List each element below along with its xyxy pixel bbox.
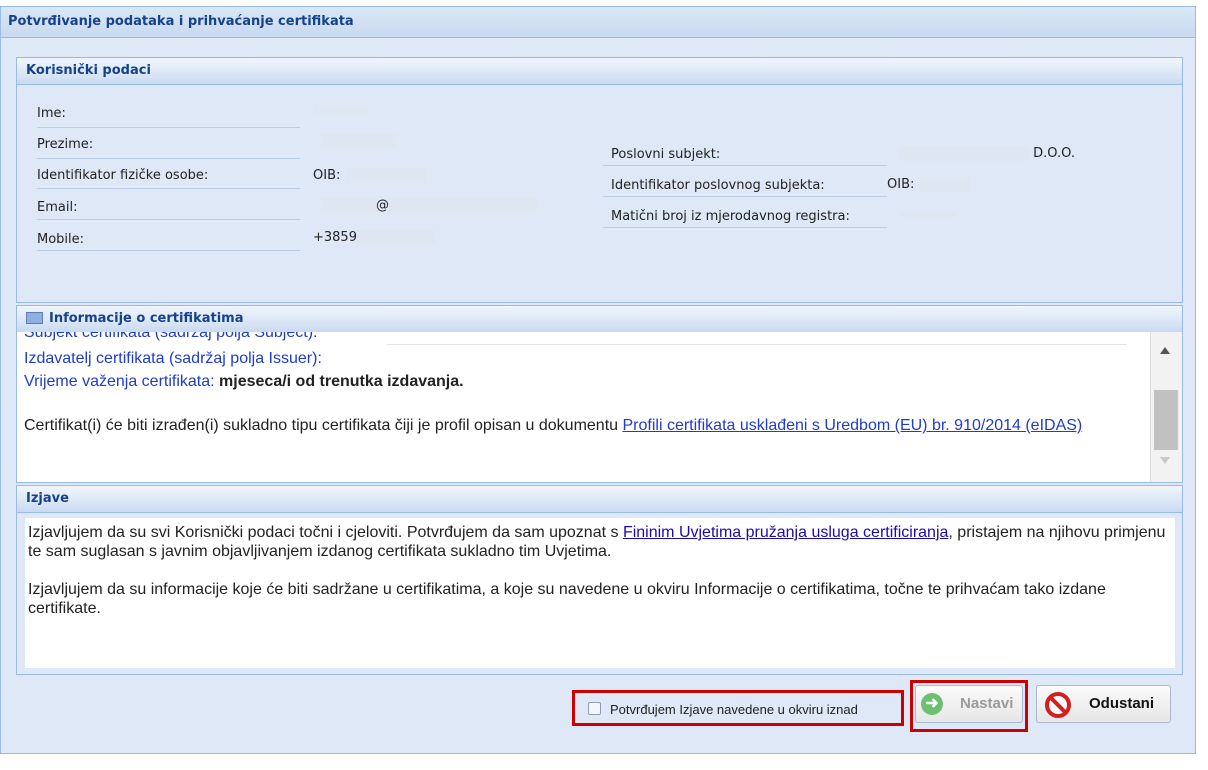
scroll-up-icon[interactable] xyxy=(1160,347,1170,354)
value-poslovni-subjekt: D.O.O. xyxy=(899,146,1075,161)
info-scrollbar[interactable] xyxy=(1150,332,1182,482)
stop-icon xyxy=(1045,692,1071,718)
certificate-info-panel-title: Informacije o certifikatima xyxy=(17,306,1182,333)
label-identifikator-poslovnog: Identifikator poslovnog subjekta: xyxy=(603,173,887,197)
certificate-window: Potvrđivanje podataka i prihvaćanje cert… xyxy=(0,6,1196,754)
arrow-right-icon: ➜ xyxy=(921,693,943,715)
statements-panel: Izjave Izjavljujem da su svi Korisnički … xyxy=(16,485,1183,675)
value-ime xyxy=(313,102,368,117)
cancel-label: Odustani xyxy=(1089,695,1155,712)
next-label: Nastavi xyxy=(960,695,1014,712)
cancel-button[interactable]: Odustani xyxy=(1036,685,1171,723)
profile-document-link[interactable]: Profili certifikata usklađeni s Uredbom … xyxy=(623,417,1083,434)
subject-label: Subjekt certifikata (sadržaj polja Subje… xyxy=(24,332,318,341)
value-oib: OIB: xyxy=(313,168,427,183)
value-prezime xyxy=(321,134,396,149)
certificate-info-content[interactable]: Subjekt certifikata (sadržaj polja Subje… xyxy=(17,332,1151,482)
statement-1: Izjavljujem da su svi Korisnički podaci … xyxy=(28,524,1166,560)
value-maticni-broj xyxy=(899,206,957,221)
statement-2: Izjavljujem da su informacije koje će bi… xyxy=(28,581,1106,617)
label-poslovni-subjekt: Poslovni subjekt: xyxy=(603,142,887,166)
user-data-panel: Korisnički podaci Ime: Prezime: Identifi… xyxy=(16,57,1183,303)
confirm-statements[interactable]: Potvrđujem Izjave navedene u okviru izna… xyxy=(572,690,904,726)
label-maticni-broj: Matični broj iz mjerodavnog registra: xyxy=(603,204,887,228)
terms-link[interactable]: Fininim Uvjetima pružanja usluga certifi… xyxy=(623,524,948,541)
subject-value-line xyxy=(387,344,1127,345)
certificate-info-panel: Informacije o certifikatima Subjekt cert… xyxy=(16,305,1183,483)
value-oib-poslovni: OIB: xyxy=(887,177,971,192)
scroll-down-icon[interactable] xyxy=(1160,457,1170,464)
label-email: Email: xyxy=(37,196,300,220)
scroll-thumb[interactable] xyxy=(1154,390,1178,450)
confirm-checkbox[interactable] xyxy=(588,702,601,715)
validity-row: Vrijeme važenja certifikata: mjeseca/i o… xyxy=(24,373,464,390)
window-title: Potvrđivanje podataka i prihvaćanje cert… xyxy=(1,7,1195,38)
value-email: @ xyxy=(321,198,537,213)
user-data-panel-title: Korisnički podaci xyxy=(17,58,1182,85)
label-mobile: Mobile: xyxy=(37,227,300,251)
label-ime: Ime: xyxy=(37,104,300,128)
label-identifikator: Identifikator fizičke osobe: xyxy=(37,165,300,189)
statements-content: Izjavljujem da su svi Korisnički podaci … xyxy=(25,518,1175,668)
next-button[interactable]: ➜ Nastavi xyxy=(915,685,1023,723)
issuer-label: Izdavatelj certifikata (sadržaj polja Is… xyxy=(24,350,322,367)
value-mobile: +3859 xyxy=(313,230,435,245)
confirm-label[interactable]: Potvrđujem Izjave navedene u okviru izna… xyxy=(610,702,858,717)
profile-paragraph: Certifikat(i) će biti izrađen(i) sukladn… xyxy=(24,417,1083,434)
label-prezime: Prezime: xyxy=(37,135,300,159)
card-icon xyxy=(26,311,43,324)
statements-panel-title: Izjave xyxy=(17,486,1182,513)
